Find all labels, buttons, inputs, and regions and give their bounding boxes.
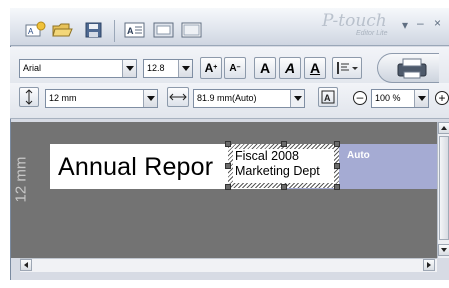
print-button[interactable] <box>377 53 439 83</box>
underline-button[interactable]: A <box>304 57 326 79</box>
toolbar-separator <box>114 20 115 42</box>
scroll-right-icon[interactable] <box>423 259 435 271</box>
brand-logo: P-touch Editor Lite <box>322 11 402 39</box>
tape-size-text: 12 mm <box>12 156 30 203</box>
svg-text:A: A <box>324 93 331 103</box>
zoom-out-button[interactable]: – <box>353 91 367 105</box>
resize-handle-ml[interactable] <box>225 163 231 169</box>
tape-length-value: 81.9 mm(Auto) <box>197 93 257 103</box>
horizontal-scrollbar[interactable] <box>20 258 437 272</box>
font-family-select[interactable]: Arial <box>19 59 137 78</box>
underline-glyph: A <box>309 60 321 76</box>
resize-handle-tm[interactable] <box>281 141 287 147</box>
chevron-down-icon[interactable] <box>178 60 192 77</box>
tape-width-select[interactable]: 12 mm <box>45 89 158 108</box>
zoom-value: 100 % <box>375 93 401 103</box>
tape-width-icon <box>19 87 39 107</box>
spinner-icon[interactable] <box>290 90 304 107</box>
align-dropdown-button[interactable] <box>332 57 362 79</box>
resize-handle-mr[interactable] <box>334 163 340 169</box>
brand-sub: Editor Lite <box>356 30 388 37</box>
selected-text-line1: Fiscal 2008 <box>235 149 299 163</box>
text-tool-icon[interactable]: A <box>124 21 146 41</box>
font-size-value: 12.8 <box>147 63 165 73</box>
minimize-button[interactable]: – <box>417 16 424 30</box>
printer-icon <box>397 58 427 79</box>
zoom-select[interactable]: 100 % <box>371 89 429 108</box>
bold-glyph: A <box>259 60 271 76</box>
zoom-in-button[interactable]: + <box>435 91 449 105</box>
italic-glyph: A <box>284 60 296 76</box>
close-button[interactable]: × <box>434 16 441 30</box>
fit-to-tape-button[interactable]: A <box>318 87 338 107</box>
chevron-down-icon[interactable] <box>414 90 428 107</box>
chevron-down-icon[interactable] <box>143 90 157 107</box>
tape-length-icon <box>167 87 189 107</box>
auto-label: Auto <box>347 150 370 161</box>
close-glyph: × <box>434 16 442 30</box>
scroll-left-icon[interactable] <box>20 259 32 271</box>
brand-name: P-touch <box>322 11 387 31</box>
vertical-scrollbar[interactable] <box>437 122 449 258</box>
bold-button[interactable]: A <box>254 57 276 79</box>
font-size-select[interactable]: 12.8 <box>143 59 193 78</box>
shrink-font-button[interactable]: A– <box>224 57 246 79</box>
selected-text-line2: Marketing Dept <box>235 164 320 178</box>
resize-handle-br[interactable] <box>334 184 340 190</box>
scroll-down-icon[interactable] <box>438 244 449 256</box>
resize-handle-tr[interactable] <box>334 141 340 147</box>
open-folder-icon[interactable] <box>52 21 74 41</box>
tape-size-indicator: 12 mm <box>12 156 30 203</box>
label-canvas[interactable] <box>11 122 437 258</box>
resize-handle-tl[interactable] <box>225 141 231 147</box>
scroll-up-icon[interactable] <box>438 122 449 134</box>
resize-handle-bl[interactable] <box>225 184 231 190</box>
italic-button[interactable]: A <box>279 57 301 79</box>
new-label-icon[interactable]: A <box>25 21 47 41</box>
svg-text:A: A <box>127 26 134 36</box>
resize-handle-bm[interactable] <box>281 184 287 190</box>
font-family-value: Arial <box>23 63 42 73</box>
shrink-font-glyph: A <box>229 63 237 74</box>
minimize-glyph: – <box>417 16 424 30</box>
chevron-down-icon[interactable] <box>122 60 136 77</box>
title-text-object[interactable]: Annual Repor <box>58 153 213 182</box>
grow-font-button[interactable]: A+ <box>200 57 222 79</box>
grow-font-glyph: A <box>204 61 214 75</box>
tape-width-value: 12 mm <box>49 93 77 103</box>
menu-dropdown-icon[interactable]: ▾ <box>402 18 408 32</box>
image-tool-icon[interactable] <box>181 21 203 41</box>
frame-tool-icon[interactable] <box>153 21 175 41</box>
save-icon[interactable] <box>83 21 105 41</box>
selected-text-object[interactable]: Fiscal 2008 Marketing Dept <box>228 144 339 188</box>
scroll-thumb[interactable] <box>439 136 449 240</box>
tape-length-input[interactable]: 81.9 mm(Auto) <box>193 89 305 108</box>
align-left-icon <box>337 62 358 74</box>
fit-icon: A <box>321 90 335 104</box>
svg-text:A: A <box>28 27 34 36</box>
